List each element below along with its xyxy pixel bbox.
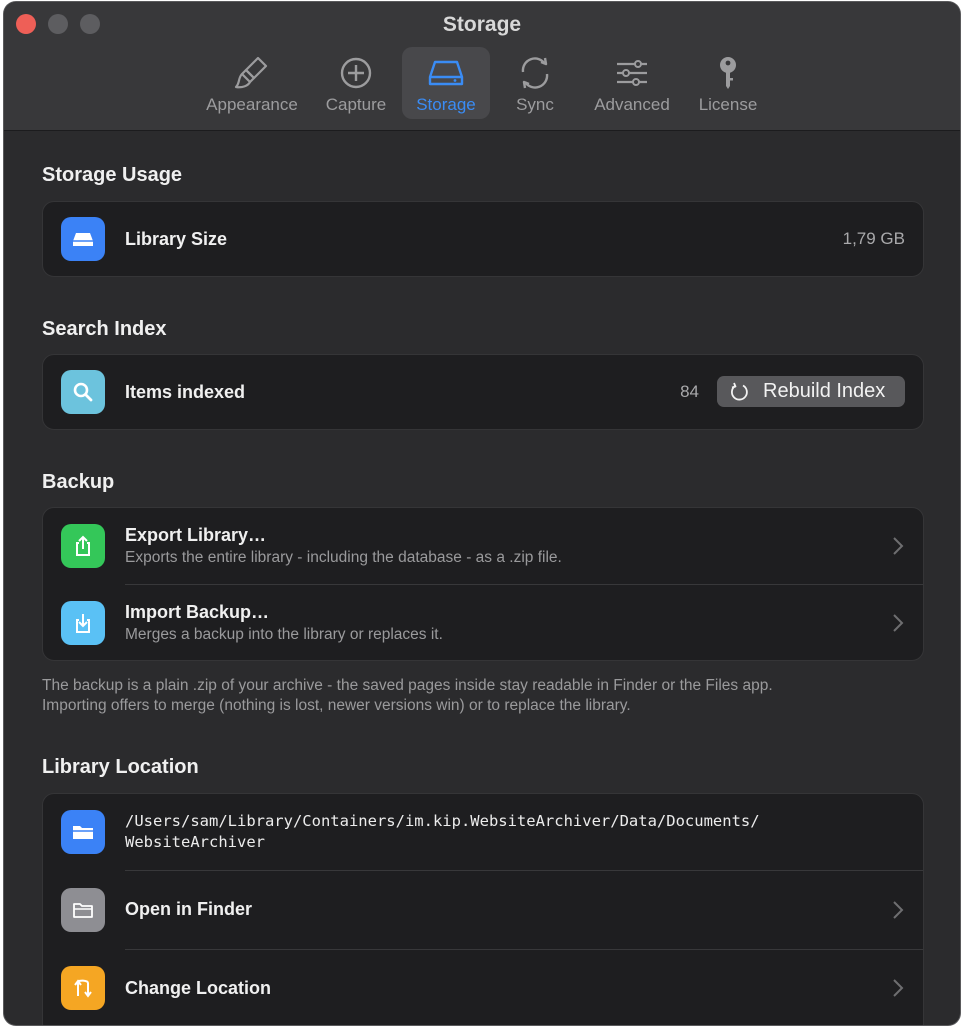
chevron-right-icon xyxy=(893,900,904,919)
library-location-card: /Users/sam/Library/Containers/im.kip.Web… xyxy=(42,793,924,1025)
window-title: Storage xyxy=(442,13,522,36)
rebuild-index-label: Rebuild Index xyxy=(763,380,886,402)
chevron-right-icon xyxy=(893,613,904,632)
tab-license[interactable]: License xyxy=(692,47,764,119)
tab-storage[interactable]: Storage xyxy=(402,47,490,119)
folder-icon xyxy=(61,810,105,854)
folder-outline-icon xyxy=(61,887,105,932)
library-size-row: Library Size 1,79 GB xyxy=(43,202,923,276)
paintbrush-icon xyxy=(234,56,268,89)
arrows-up-down-icon xyxy=(61,966,105,1010)
export-library-row[interactable]: Export Library… Exports the entire libra… xyxy=(43,508,923,584)
rebuild-index-button[interactable]: Rebuild Index xyxy=(717,376,905,407)
chevron-right-icon xyxy=(893,537,904,555)
import-backup-row[interactable]: Import Backup… Merges a backup into the … xyxy=(43,585,923,660)
tab-capture[interactable]: Capture xyxy=(316,47,396,119)
plus-circle-icon xyxy=(340,57,372,89)
backup-footnote: The backup is a plain .zip of your archi… xyxy=(42,676,922,716)
items-indexed-label: Items indexed xyxy=(125,381,246,402)
open-in-finder-label: Open in Finder xyxy=(125,899,253,919)
tab-advanced[interactable]: Advanced xyxy=(586,47,678,119)
change-location-label: Change Location xyxy=(125,977,272,998)
items-indexed-row: Items indexed 84 Rebuild Index xyxy=(43,355,923,429)
search-index-card: Items indexed 84 Rebuild Index xyxy=(42,354,924,430)
drive-icon xyxy=(428,60,464,86)
backup-footnote-line: Importing offers to merge (nothing is lo… xyxy=(42,697,631,714)
drive-icon xyxy=(61,217,105,261)
library-path-row: /Users/sam/Library/Containers/im.kip.Web… xyxy=(43,794,923,870)
tab-label: Storage xyxy=(416,95,476,114)
library-location-heading: Library Location xyxy=(42,756,199,778)
tab-label: Capture xyxy=(325,95,387,114)
tab-label: Sync xyxy=(516,95,554,114)
search-icon xyxy=(61,370,105,414)
library-size-value: 1,79 GB xyxy=(842,229,905,248)
tab-appearance[interactable]: Appearance xyxy=(200,47,304,119)
change-location-row[interactable]: Change Location xyxy=(43,950,923,1025)
backup-footnote-line: The backup is a plain .zip of your archi… xyxy=(42,677,773,694)
chevron-right-icon xyxy=(893,979,904,997)
items-indexed-count: 84 xyxy=(680,382,699,401)
storage-usage-heading: Storage Usage xyxy=(42,164,183,186)
refresh-icon xyxy=(731,382,748,400)
key-icon xyxy=(720,57,736,89)
library-path-line: WebsiteArchiver xyxy=(125,833,265,851)
storage-usage-card: Library Size 1,79 GB xyxy=(42,201,924,277)
tab-label: Advanced xyxy=(594,95,670,114)
sliders-icon xyxy=(617,60,647,86)
tab-label: License xyxy=(698,95,758,114)
library-size-label: Library Size xyxy=(125,228,228,249)
search-index-heading: Search Index xyxy=(42,318,167,340)
tab-sync[interactable]: Sync xyxy=(500,47,570,119)
library-path-line: /Users/sam/Library/Containers/im.kip.Web… xyxy=(125,812,760,830)
import-backup-description: Merges a backup into the library or repl… xyxy=(125,625,443,643)
export-library-label: Export Library… xyxy=(125,525,267,545)
open-in-finder-row[interactable]: Open in Finder xyxy=(43,871,923,948)
titlebar: Storage Appearance Capture Storage Sync … xyxy=(4,2,960,131)
import-backup-label: Import Backup… xyxy=(125,601,270,622)
export-library-description: Exports the entire library - including t… xyxy=(125,549,562,566)
tab-label: Appearance xyxy=(206,95,298,114)
import-icon xyxy=(61,600,105,645)
backup-heading: Backup xyxy=(42,471,115,493)
backup-card: Export Library… Exports the entire libra… xyxy=(42,507,924,661)
sync-icon xyxy=(521,57,549,89)
share-export-icon xyxy=(61,524,105,568)
preferences-window: Storage Appearance Capture Storage Sync … xyxy=(4,2,960,1025)
